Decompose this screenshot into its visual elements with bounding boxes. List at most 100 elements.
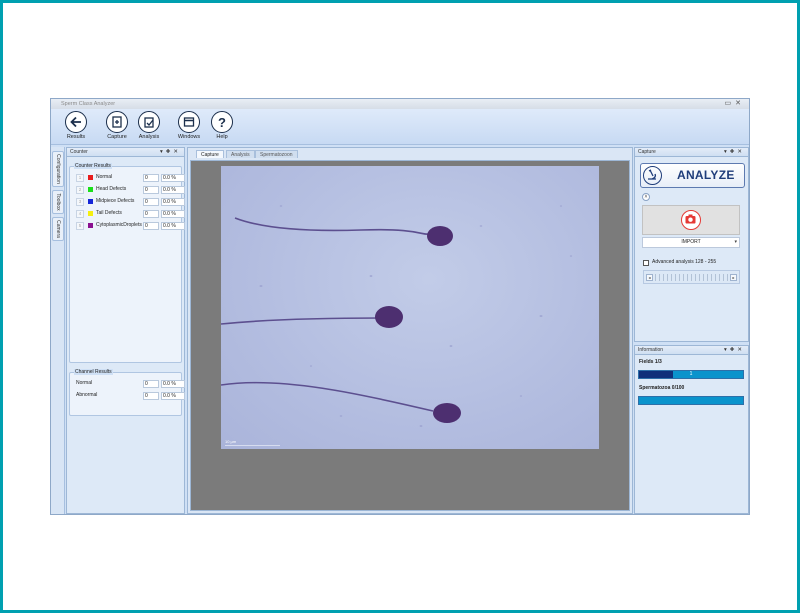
counter-row: 2 Head Defects 0 0.0 % (76, 185, 188, 194)
restore-icon[interactable]: ▭ (725, 100, 736, 107)
tab-analysis[interactable]: Analysis (226, 150, 255, 158)
help-label: Help (216, 134, 228, 140)
close-icon[interactable]: ✕ (737, 149, 745, 155)
fields-progress-value: 1 (689, 371, 693, 377)
scale-label: 10 µm (225, 439, 237, 444)
slider-left-icon[interactable]: ◂ (646, 274, 653, 281)
row-index[interactable]: 4 (76, 210, 84, 218)
row-name: CytoplasmicDroplets (96, 222, 142, 228)
count-field: 0 (143, 210, 159, 218)
information-panel: Information ▾✚✕ Fields 1/3 1 Spermatozoa… (634, 345, 749, 514)
close-icon[interactable]: ✕ (735, 100, 745, 107)
row-index[interactable]: 1 (76, 174, 84, 182)
percent-field: 0.0 % (161, 174, 185, 182)
spermatozoa-progress-bar (638, 396, 744, 405)
counter-results-group: Counter Results 1 Normal 0 0.0 % 2 Head … (69, 163, 185, 363)
collapse-icon[interactable]: ˄ (642, 193, 650, 201)
image-viewer: 10 µm (190, 160, 630, 511)
count-field: 0 (143, 380, 159, 388)
counter-results-title: Counter Results (74, 163, 112, 169)
fields-progress-bar: 1 (638, 370, 744, 379)
analyze-button[interactable]: ANALYZE (640, 163, 745, 188)
help-button[interactable]: ? Help (206, 111, 238, 140)
windows-label: Windows (177, 134, 201, 140)
fields-label: Fields 1/3 (639, 359, 662, 365)
ribbon-toolbar: Results Capture Analysis Windows ? Help (51, 109, 749, 145)
microscope-image[interactable]: 10 µm (221, 166, 599, 449)
information-panel-header: Information ▾✚✕ (635, 346, 748, 355)
color-swatch (88, 211, 93, 216)
document-area: Capture Analysis Spermatozoon 10 µm (187, 147, 633, 514)
row-name: Abnormal (76, 392, 98, 398)
close-icon[interactable]: ✕ (173, 149, 181, 155)
title-bar: Sperm Class Analyzer ▭✕ (51, 99, 749, 109)
help-icon: ? (211, 111, 233, 133)
chevron-down-icon: ▾ (734, 239, 737, 245)
row-index[interactable]: 2 (76, 186, 84, 194)
row-name: Midpiece Defects (96, 198, 135, 204)
camera-area (642, 205, 740, 235)
capture-panel: Capture ▾✚✕ ANALYZE ˄ IMPORT ▾ Advanced … (634, 147, 749, 342)
advanced-analysis-checkbox[interactable] (643, 260, 649, 266)
window-controls: ▭✕ (725, 99, 746, 109)
row-name: Head Defects (96, 186, 127, 192)
scale-bar: 10 µm (225, 439, 280, 446)
counter-row: 4 Tail Defects 0 0.0 % (76, 209, 188, 218)
camera-capture-button[interactable] (681, 210, 701, 230)
percent-field: 0.0 % (161, 380, 185, 388)
capture-panel-header: Capture ▾✚✕ (635, 148, 748, 157)
side-tab-strip: Configuration Toolbox Camera (51, 147, 65, 514)
app-window: Sperm Class Analyzer ▭✕ Results Capture … (50, 98, 750, 515)
counter-panel-title: Counter (70, 149, 88, 155)
tab-configuration[interactable]: Configuration (52, 151, 64, 187)
sperm-cells-illustration (221, 205, 573, 427)
percent-field: 0.0 % (161, 186, 185, 194)
close-icon[interactable]: ✕ (737, 347, 745, 353)
analysis-button[interactable]: Analysis (133, 111, 165, 140)
camera-icon (685, 214, 696, 224)
row-name: Normal (96, 174, 113, 180)
row-index[interactable]: 3 (76, 198, 84, 206)
import-dropdown[interactable]: IMPORT ▾ (642, 237, 740, 248)
spermatozoa-label: Spermatozoa 0/100 (639, 385, 685, 391)
analysis-icon (138, 111, 160, 133)
counter-panel-header: Counter ▾✚✕ (67, 148, 184, 157)
arrow-left-icon (65, 111, 87, 133)
percent-field: 0.0 % (161, 392, 185, 400)
capture-label: Capture (107, 134, 127, 140)
channel-row: Abnormal 0 0.0 % (76, 391, 188, 400)
import-label: IMPORT (681, 239, 701, 245)
slider-track[interactable] (655, 274, 728, 281)
count-field: 0 (143, 222, 159, 230)
slider-right-icon[interactable]: ▸ (730, 274, 737, 281)
row-index[interactable]: 5 (76, 222, 84, 230)
color-swatch (88, 199, 93, 204)
tab-capture[interactable]: Capture (196, 150, 224, 158)
tab-spermatozoon[interactable]: Spermatozoon (255, 150, 298, 158)
count-field: 0 (143, 186, 159, 194)
count-field: 0 (143, 392, 159, 400)
results-button[interactable]: Results (60, 111, 92, 140)
tab-toolbox[interactable]: Toolbox (52, 190, 64, 214)
microscope-icon (643, 166, 662, 185)
channel-row: Normal 0 0.0 % (76, 379, 188, 388)
counter-row: 1 Normal 0 0.0 % (76, 173, 188, 182)
threshold-slider[interactable]: ◂ ▸ (643, 270, 740, 284)
counter-panel: Counter ▾✚✕ Counter Results 1 Normal 0 0… (66, 147, 185, 514)
information-panel-title: Information (638, 347, 664, 353)
tab-camera[interactable]: Camera (52, 217, 64, 241)
analyze-label: ANALYZE (677, 168, 735, 182)
analysis-label: Analysis (138, 134, 160, 140)
color-swatch (88, 175, 93, 180)
counter-row: 3 Midpiece Defects 0 0.0 % (76, 197, 188, 206)
color-swatch (88, 223, 93, 228)
count-field: 0 (143, 174, 159, 182)
count-field: 0 (143, 198, 159, 206)
percent-field: 0.0 % (161, 222, 185, 230)
capture-button[interactable]: Capture (101, 111, 133, 140)
windows-button[interactable]: Windows (173, 111, 205, 140)
channel-results-title: Channel Results (74, 369, 113, 375)
capture-icon (106, 111, 128, 133)
channel-results-group: Channel Results Normal 0 0.0 % Abnormal … (69, 369, 185, 416)
advanced-analysis-label: Advanced analysis 128 - 255 (652, 259, 717, 265)
